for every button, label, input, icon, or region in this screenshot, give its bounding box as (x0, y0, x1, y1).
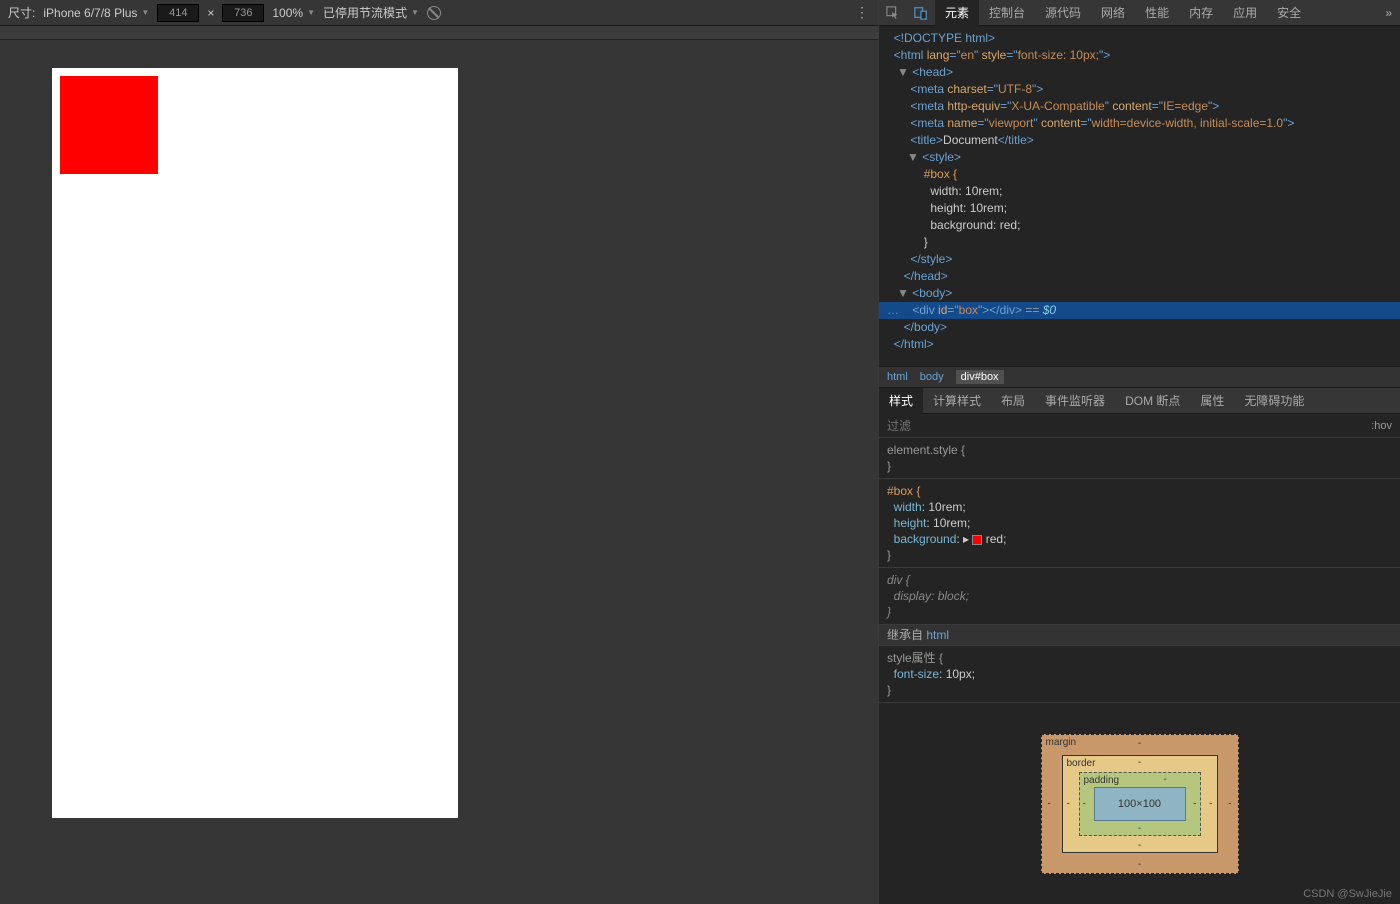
tab-elements[interactable]: 元素 (935, 0, 979, 26)
dom-line[interactable]: <html lang="en" style="font-size: 10px;"… (879, 47, 1400, 64)
dom-line[interactable]: ▼ <body> (879, 285, 1400, 302)
throttle-value: 已停用节流模式 (323, 4, 407, 21)
color-swatch-icon[interactable] (972, 535, 982, 545)
rotate-icon[interactable] (427, 6, 441, 20)
stab-layout[interactable]: 布局 (991, 388, 1035, 414)
device-frame[interactable] (52, 68, 458, 818)
style-rule[interactable]: element.style { } (879, 438, 1400, 479)
devtools-pane: 元素 控制台 源代码 网络 性能 内存 应用 安全 » <!DOCTYPE ht… (878, 0, 1400, 904)
dom-line[interactable]: <!DOCTYPE html> (879, 30, 1400, 47)
border-label: border (1067, 758, 1096, 769)
stab-styles[interactable]: 样式 (879, 388, 923, 414)
width-input[interactable] (157, 4, 199, 22)
filter-bar: :hov (879, 414, 1400, 438)
dom-line[interactable]: } (879, 234, 1400, 251)
box-model-padding[interactable]: padding - - - - 100×100 (1079, 772, 1201, 836)
stab-props[interactable]: 属性 (1190, 388, 1234, 414)
style-rule[interactable]: #box { width: 10rem; height: 10rem; back… (879, 479, 1400, 568)
watermark: CSDN @SwJieJie (1303, 888, 1392, 900)
tabs-overflow[interactable]: » (1377, 6, 1400, 20)
ruler (0, 26, 878, 40)
box-model-content[interactable]: 100×100 (1094, 787, 1186, 821)
dom-line[interactable]: <meta charset="UTF-8"> (879, 81, 1400, 98)
breadcrumb: html body div#box (879, 366, 1400, 388)
style-rule[interactable]: div { display: block; } (879, 568, 1400, 625)
devtools-tabs: 元素 控制台 源代码 网络 性能 内存 应用 安全 » (879, 0, 1400, 26)
dom-line[interactable]: height: 10rem; (879, 200, 1400, 217)
dom-line[interactable]: </html> (879, 336, 1400, 353)
chevron-down-icon: ▼ (411, 8, 419, 17)
box-model: margin - - - - border - - - - padding - … (879, 704, 1400, 904)
filter-input[interactable] (887, 419, 1371, 433)
stab-dombreak[interactable]: DOM 断点 (1115, 388, 1190, 414)
height-input[interactable] (222, 4, 264, 22)
zoom-value: 100% (272, 6, 303, 20)
dom-line[interactable]: <meta http-equiv="X-UA-Compatible" conte… (879, 98, 1400, 115)
dom-line-selected[interactable]: … <div id="box"></div> == $0 (879, 302, 1400, 319)
tab-performance[interactable]: 性能 (1135, 0, 1179, 26)
margin-label: margin (1046, 737, 1077, 748)
stab-events[interactable]: 事件监听器 (1035, 388, 1115, 414)
dom-line[interactable]: </head> (879, 268, 1400, 285)
device-toggle-icon[interactable] (907, 0, 935, 26)
tab-sources[interactable]: 源代码 (1035, 0, 1091, 26)
tab-console[interactable]: 控制台 (979, 0, 1035, 26)
tab-security[interactable]: 安全 (1267, 0, 1311, 26)
dom-tree[interactable]: <!DOCTYPE html> <html lang="en" style="f… (879, 26, 1400, 366)
dom-line[interactable]: ▼ <head> (879, 64, 1400, 81)
crumb-html[interactable]: html (887, 371, 908, 383)
crumb-divbox[interactable]: div#box (956, 370, 1004, 384)
viewport-pane: 尺寸: iPhone 6/7/8 Plus ▼ × 100% ▼ 已停用节流模式… (0, 0, 878, 904)
box-model-margin[interactable]: margin - - - - border - - - - padding - … (1041, 734, 1239, 874)
dom-line[interactable]: <meta name="viewport" content="width=dev… (879, 115, 1400, 132)
stab-computed[interactable]: 计算样式 (923, 388, 991, 414)
dom-line[interactable]: ▼ <style> (879, 149, 1400, 166)
dom-line[interactable]: background: red; (879, 217, 1400, 234)
viewport-area (0, 40, 878, 904)
inspect-icon[interactable] (879, 0, 907, 26)
dom-line[interactable]: </style> (879, 251, 1400, 268)
dom-line[interactable]: </body> (879, 319, 1400, 336)
box-element[interactable] (60, 76, 158, 174)
styles-body[interactable]: element.style { } #box { width: 10rem; h… (879, 438, 1400, 704)
dom-line[interactable]: width: 10rem; (879, 183, 1400, 200)
hov-toggle[interactable]: :hov (1371, 420, 1392, 432)
dom-line[interactable]: <title>Document</title> (879, 132, 1400, 149)
zoom-select[interactable]: 100% ▼ (272, 6, 315, 20)
throttle-select[interactable]: 已停用节流模式 ▼ (323, 4, 419, 21)
chevron-down-icon: ▼ (141, 8, 149, 17)
styles-tabs: 样式 计算样式 布局 事件监听器 DOM 断点 属性 无障碍功能 (879, 388, 1400, 414)
device-select[interactable]: iPhone 6/7/8 Plus ▼ (43, 6, 149, 20)
size-label: 尺寸: (8, 4, 35, 21)
device-name: iPhone 6/7/8 Plus (43, 6, 137, 20)
tab-network[interactable]: 网络 (1091, 0, 1135, 26)
dim-sep: × (207, 6, 214, 20)
chevron-down-icon: ▼ (307, 8, 315, 17)
dom-line[interactable]: #box { (879, 166, 1400, 183)
crumb-body[interactable]: body (920, 371, 944, 383)
tab-memory[interactable]: 内存 (1179, 0, 1223, 26)
style-rule[interactable]: style属性 { font-size: 10px; } (879, 646, 1400, 703)
more-icon[interactable]: ⋮ (855, 4, 870, 21)
device-toolbar: 尺寸: iPhone 6/7/8 Plus ▼ × 100% ▼ 已停用节流模式… (0, 0, 878, 26)
tab-application[interactable]: 应用 (1223, 0, 1267, 26)
inherit-header: 继承自 html (879, 625, 1400, 646)
box-model-border[interactable]: border - - - - padding - - - - 100×100 (1062, 755, 1218, 853)
stab-a11y[interactable]: 无障碍功能 (1234, 388, 1314, 414)
padding-label: padding (1084, 775, 1120, 786)
